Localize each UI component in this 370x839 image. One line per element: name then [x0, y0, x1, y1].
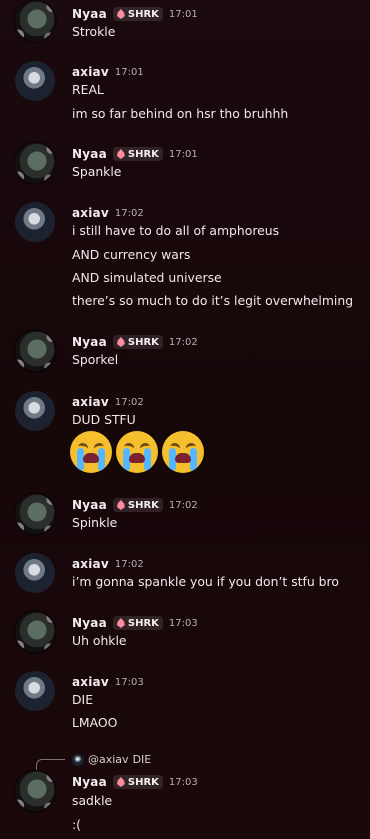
- message-line: i’m gonna spankle you if you don’t stfu …: [72, 574, 339, 589]
- message-line: LMAOO: [72, 715, 118, 730]
- timestamp: 17:02: [168, 336, 198, 348]
- author-name[interactable]: axiav: [72, 675, 109, 689]
- author-name[interactable]: axiav: [72, 395, 109, 409]
- message-line: Spinkle: [72, 515, 118, 530]
- message-line: i still have to do all of amphoreus: [72, 223, 280, 238]
- reply-author: @axiav: [88, 753, 129, 766]
- message-header: Nyaa SHRK 17:03: [72, 614, 198, 632]
- timestamp: 17:02: [168, 499, 198, 511]
- avatar[interactable]: [15, 331, 55, 371]
- reply-preview[interactable]: @axiav DIE: [72, 753, 151, 766]
- avatar[interactable]: [15, 671, 55, 711]
- server-tag[interactable]: SHRK: [112, 147, 163, 161]
- author-name[interactable]: Nyaa: [72, 7, 107, 21]
- message-line: sadkle: [72, 793, 113, 808]
- flame-icon: [116, 777, 125, 787]
- server-tag[interactable]: SHRK: [112, 7, 163, 21]
- message-header: Nyaa SHRK 17:02: [72, 333, 198, 351]
- timestamp: 17:03: [168, 617, 198, 629]
- reply-connector: [36, 759, 65, 770]
- message-line: Spankle: [72, 164, 122, 179]
- avatar[interactable]: [15, 553, 55, 593]
- reply-avatar: [72, 753, 84, 766]
- avatar[interactable]: [15, 391, 55, 431]
- server-tag[interactable]: SHRK: [112, 498, 163, 512]
- avatar[interactable]: [15, 202, 55, 242]
- avatar[interactable]: [15, 612, 55, 652]
- timestamp: 17:01: [168, 148, 198, 160]
- avatar[interactable]: [15, 61, 55, 101]
- avatar[interactable]: [15, 1, 55, 41]
- author-name[interactable]: Nyaa: [72, 775, 107, 789]
- server-tag[interactable]: SHRK: [112, 775, 163, 789]
- author-name[interactable]: Nyaa: [72, 498, 107, 512]
- flame-icon: [116, 149, 125, 159]
- tag-label: SHRK: [127, 499, 159, 511]
- server-tag[interactable]: SHRK: [112, 335, 163, 349]
- timestamp: 17:02: [114, 558, 144, 570]
- message-header: Nyaa SHRK 17:02: [72, 496, 198, 514]
- timestamp: 17:02: [114, 207, 144, 219]
- timestamp: 17:01: [168, 8, 198, 20]
- flame-icon: [116, 9, 125, 19]
- message-line: DUD STFU: [72, 412, 136, 427]
- flame-icon: [116, 337, 125, 347]
- message-line: REAL: [72, 82, 104, 97]
- message-line: AND currency wars: [72, 247, 191, 262]
- message-header: Nyaa SHRK 17:01: [72, 145, 198, 163]
- loudly-crying-face-icon[interactable]: [162, 431, 204, 473]
- author-name[interactable]: axiav: [72, 206, 109, 220]
- timestamp: 17:03: [168, 776, 198, 788]
- message-line: im so far behind on hsr tho bruhhh: [72, 106, 289, 121]
- message-line: :(: [72, 817, 82, 832]
- message-header: axiav 17:02: [72, 393, 144, 411]
- message-line: Uh ohkle: [72, 633, 127, 648]
- emoji-row: [70, 431, 204, 473]
- message-line: DIE: [72, 692, 94, 707]
- tag-label: SHRK: [127, 336, 159, 348]
- timestamp: 17:03: [114, 676, 144, 688]
- loudly-crying-face-icon[interactable]: [70, 431, 112, 473]
- author-name[interactable]: axiav: [72, 65, 109, 79]
- author-name[interactable]: Nyaa: [72, 616, 107, 630]
- tag-label: SHRK: [127, 776, 159, 788]
- author-name[interactable]: axiav: [72, 557, 109, 571]
- tag-label: SHRK: [127, 148, 159, 160]
- avatar[interactable]: [15, 143, 55, 183]
- message-header: Nyaa SHRK 17:01: [72, 5, 198, 23]
- avatar[interactable]: [15, 771, 55, 811]
- author-name[interactable]: Nyaa: [72, 335, 107, 349]
- message-header: axiav 17:03: [72, 673, 144, 691]
- message-header: axiav 17:02: [72, 555, 144, 573]
- timestamp: 17:01: [114, 66, 144, 78]
- reply-text: DIE: [132, 753, 152, 766]
- tag-label: SHRK: [127, 617, 159, 629]
- server-tag[interactable]: SHRK: [112, 616, 163, 630]
- message-line: AND simulated universe: [72, 270, 222, 285]
- message-header: axiav 17:02: [72, 204, 144, 222]
- timestamp: 17:02: [114, 396, 144, 408]
- message-line: Strokle: [72, 24, 116, 39]
- message-header: Nyaa SHRK 17:03: [72, 773, 198, 791]
- avatar[interactable]: [15, 494, 55, 534]
- message-header: axiav 17:01: [72, 63, 144, 81]
- tag-label: SHRK: [127, 8, 159, 20]
- flame-icon: [116, 618, 125, 628]
- author-name[interactable]: Nyaa: [72, 147, 107, 161]
- message-line: there’s so much to do it’s legit overwhe…: [72, 293, 354, 308]
- loudly-crying-face-icon[interactable]: [116, 431, 158, 473]
- message-line: Sporkel: [72, 352, 119, 367]
- flame-icon: [116, 500, 125, 510]
